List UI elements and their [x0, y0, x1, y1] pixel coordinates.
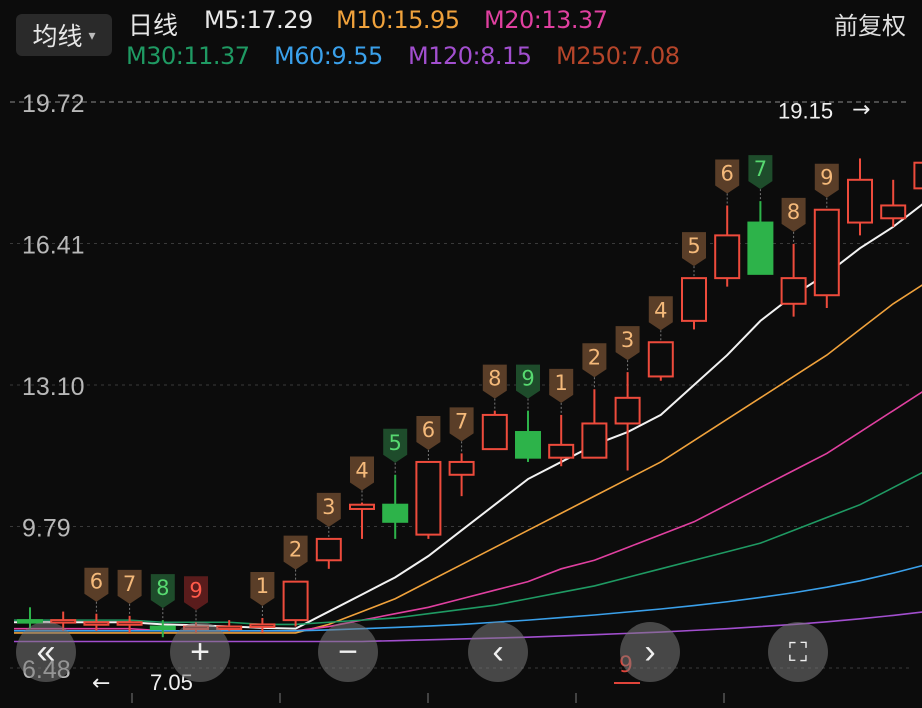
ma60-value: M60:9.55: [274, 42, 383, 70]
ma-line-m60: [14, 564, 922, 632]
count-badge-label: 8: [787, 200, 800, 224]
count-badge-label: 1: [555, 371, 568, 395]
candle-body: [315, 537, 342, 562]
ma-selector-button[interactable]: 均线 ▾: [16, 14, 112, 56]
count-badge-label: 4: [355, 459, 368, 483]
count-badge-label: 6: [721, 161, 734, 185]
ma-line-m5: [14, 203, 922, 630]
y-tick-label: 19.72: [22, 90, 85, 118]
candle-body: [813, 208, 840, 297]
fullscreen-icon: ⛶: [788, 637, 808, 667]
double-chevron-left-icon: «: [36, 633, 56, 671]
candle-body: [249, 623, 276, 628]
scroll-left-button[interactable]: ‹: [468, 622, 528, 682]
count-badge-label: 9: [820, 166, 833, 190]
count-badge-label: 8: [488, 367, 501, 391]
candle-body: [515, 431, 541, 459]
candle-body: [349, 503, 375, 510]
count-badge-label: 7: [754, 157, 767, 181]
count-badge-label: 9: [521, 367, 534, 391]
scroll-right-button[interactable]: ›: [620, 622, 680, 682]
y-tick-label: 16.41: [22, 232, 85, 260]
candle-body: [714, 234, 741, 280]
count-badge-label: 3: [621, 328, 634, 352]
chart-header: 均线 ▾ 日线 M5:17.29 M10:15.95 M20:13.37 M30…: [0, 0, 922, 78]
minus-icon: −: [338, 633, 358, 671]
candle-body: [747, 221, 774, 275]
zoom-in-button[interactable]: +: [170, 622, 230, 682]
ma-line-m30: [14, 471, 922, 626]
candlestick-chart[interactable]: 6 7 8 9 123456 78 9 123456 789 19.7216.4113.109.…: [0, 78, 922, 708]
candle-body: [847, 178, 873, 224]
chevron-down-icon: ▾: [88, 26, 96, 43]
count-badge-label: 7: [455, 409, 468, 433]
price-adjust-toggle[interactable]: 前复权: [834, 6, 906, 41]
ma20-value: M20:13.37: [484, 6, 608, 34]
count-badge-label: 2: [588, 345, 601, 369]
candle-body: [415, 460, 442, 536]
candle-body: [83, 621, 110, 626]
candle-body: [216, 625, 243, 631]
chevron-right-icon: ›: [644, 633, 656, 671]
count-badge-label: 3: [322, 495, 335, 519]
count-badge-label: 6: [422, 418, 435, 442]
high-price-label: 19.15: [778, 98, 833, 123]
ma10-value: M10:15.95: [336, 6, 460, 34]
count-badge-label: 8: [156, 576, 169, 600]
period-label: 日线: [128, 12, 179, 40]
candle-body: [481, 413, 508, 451]
candle-body: [913, 161, 922, 190]
count-badge-label: 9: [189, 578, 202, 602]
candle-body: [282, 580, 309, 622]
ma-line-m20: [14, 391, 922, 632]
candle-body: [149, 625, 176, 631]
plus-icon: +: [190, 633, 210, 671]
y-tick-label: 13.10: [22, 373, 85, 401]
zoom-out-button[interactable]: −: [318, 622, 378, 682]
ma-selector-label: 均线: [32, 23, 83, 51]
count-badge-label: 2: [289, 538, 302, 562]
count-badge-label: 7: [123, 572, 136, 596]
count-badge-label: 5: [389, 431, 402, 455]
ma30-value: M30:11.37: [126, 42, 250, 70]
count-badge-label: 5: [687, 234, 700, 258]
candle-body: [581, 422, 608, 459]
y-tick-label: 9.79: [22, 515, 71, 543]
scroll-left-fast-button[interactable]: «: [16, 622, 76, 682]
chevron-left-icon: ‹: [492, 633, 504, 671]
count-badge-label: 4: [654, 298, 667, 322]
candle-body: [50, 619, 77, 624]
candle-body: [116, 621, 143, 626]
candle-body: [382, 503, 409, 523]
candle-body: [614, 396, 641, 425]
candle-body: [780, 277, 807, 305]
ma5-value: M5:17.29: [204, 6, 313, 34]
ma250-value: M250:7.08: [556, 42, 680, 70]
count-badge-label: 1: [256, 574, 269, 598]
left-arrow-icon: ←: [92, 671, 110, 696]
candle-body: [548, 443, 575, 459]
candle-body: [448, 460, 475, 476]
candle-body: [681, 277, 707, 322]
ma-line-m10: [14, 284, 922, 634]
ma120-value: M120:8.15: [408, 42, 532, 70]
right-arrow-icon: →: [852, 97, 870, 122]
count-badge-label: 6: [90, 570, 103, 594]
candle-body: [880, 204, 907, 220]
candle-body: [647, 341, 674, 378]
fullscreen-button[interactable]: ⛶: [768, 622, 828, 682]
